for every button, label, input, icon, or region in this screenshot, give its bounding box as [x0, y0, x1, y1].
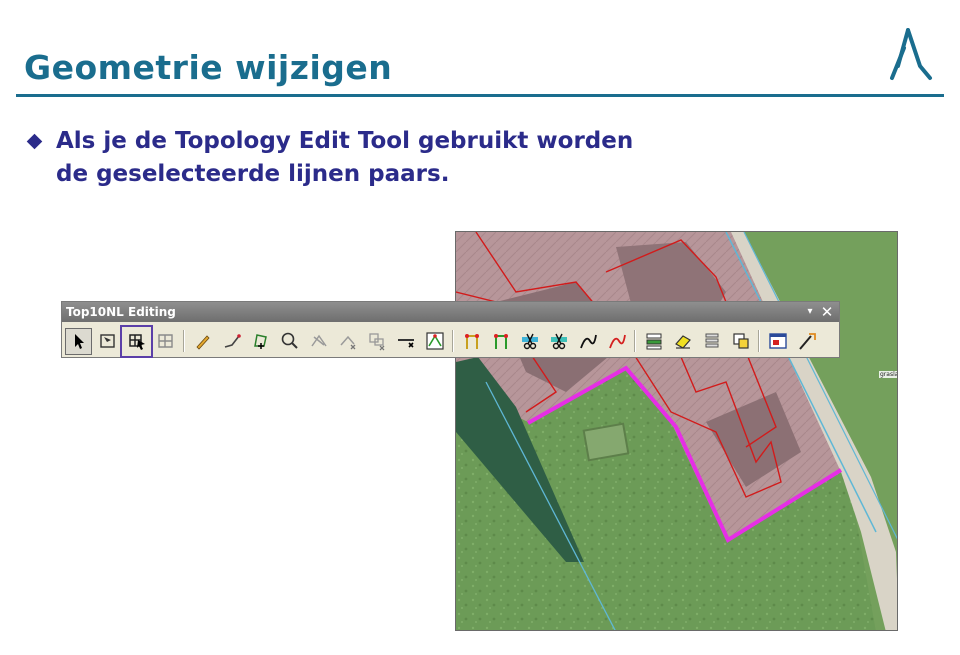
- eraser-button[interactable]: [669, 328, 696, 355]
- attributes-list-icon: [646, 333, 661, 350]
- delete-vertex-icon: [368, 333, 384, 351]
- sketch-pencil-button[interactable]: [189, 328, 216, 355]
- bullet-line-1: Als je de Topology Edit Tool gebruikt wo…: [56, 128, 634, 154]
- remove-segment-button[interactable]: [392, 328, 419, 355]
- report-window-button[interactable]: [764, 328, 791, 355]
- toolbar-separator: [758, 330, 760, 352]
- bullet-line-2: de geselecteerde lijnen paars.: [56, 161, 450, 187]
- kadaster-logo-icon: [890, 28, 932, 80]
- eraser-icon: [674, 335, 691, 349]
- snap-yellow-icon: [464, 334, 479, 349]
- cut-blue-button[interactable]: [516, 328, 543, 355]
- edit-vertices-button[interactable]: [247, 328, 274, 355]
- draw-curve-black-button[interactable]: [574, 328, 601, 355]
- map-text-label: grasla: [879, 371, 898, 378]
- wizard-button[interactable]: [793, 328, 820, 355]
- draw-curve-red-icon: [608, 334, 626, 349]
- remove-segment-icon: [397, 339, 414, 348]
- topology-check-icon: [425, 332, 444, 350]
- topology-check-button[interactable]: [421, 328, 448, 355]
- report-window-icon: [768, 333, 787, 349]
- draw-curve-red-button[interactable]: [603, 328, 630, 355]
- topology-edit-tool-button[interactable]: [120, 324, 153, 358]
- zoom-magnifier-button[interactable]: [276, 328, 303, 355]
- toolbar-buttons: [65, 324, 837, 358]
- edit-line-button[interactable]: [218, 328, 245, 355]
- sketch-pencil-icon: [195, 335, 210, 350]
- wizard-icon: [798, 333, 816, 350]
- split-line-button[interactable]: [305, 328, 332, 355]
- edit-line-icon: [224, 334, 241, 348]
- toolbar-menu-button[interactable]: ▾: [803, 304, 817, 320]
- topology-edit-button[interactable]: [152, 328, 179, 355]
- bullet-diamond-icon: [26, 133, 43, 150]
- attributes-list-button[interactable]: [640, 328, 667, 355]
- select-arrow-icon: [74, 334, 84, 349]
- stack-layers-icon: [705, 333, 718, 348]
- snap-yellow-button[interactable]: [458, 328, 485, 355]
- toolbar-separator: [183, 330, 185, 352]
- cut-blue-icon: [521, 333, 538, 350]
- bullet-text: Als je de Topology Edit Tool gebruikt wo…: [56, 125, 776, 191]
- toolbar-close-button[interactable]: ✕: [819, 303, 835, 321]
- select-feature-icon: [99, 334, 115, 348]
- draw-curve-black-icon: [579, 334, 597, 349]
- cut-teal-button[interactable]: [545, 328, 572, 355]
- toolbar-separator: [634, 330, 636, 352]
- delete-vertex-button[interactable]: [363, 328, 390, 355]
- snap-green-button[interactable]: [487, 328, 514, 355]
- select-feature-button[interactable]: [94, 328, 121, 355]
- copy-features-icon: [732, 333, 749, 349]
- reshape-icon: [339, 335, 355, 350]
- zoom-magnifier-icon: [281, 332, 298, 349]
- slide-title: Geometrie wijzigen: [24, 48, 393, 87]
- top10nl-editing-toolbar[interactable]: Top10NL Editing ▾ ✕: [61, 301, 840, 358]
- toolbar-separator: [452, 330, 454, 352]
- copy-features-button[interactable]: [727, 328, 754, 355]
- toolbar-title: Top10NL Editing: [66, 305, 176, 319]
- select-arrow-button[interactable]: [65, 327, 92, 355]
- title-underline: [16, 94, 944, 97]
- map-screenshot: grasla: [455, 231, 898, 631]
- reshape-button[interactable]: [334, 328, 361, 355]
- topology-edit-tool-icon: [128, 334, 145, 350]
- topology-edit-icon: [157, 334, 173, 348]
- cut-teal-icon: [550, 333, 567, 350]
- snap-green-icon: [493, 334, 508, 349]
- toolbar-titlebar[interactable]: Top10NL Editing ▾ ✕: [62, 302, 839, 322]
- edit-vertices-icon: [253, 334, 267, 349]
- stack-layers-button[interactable]: [698, 328, 725, 355]
- split-line-icon: [310, 334, 327, 347]
